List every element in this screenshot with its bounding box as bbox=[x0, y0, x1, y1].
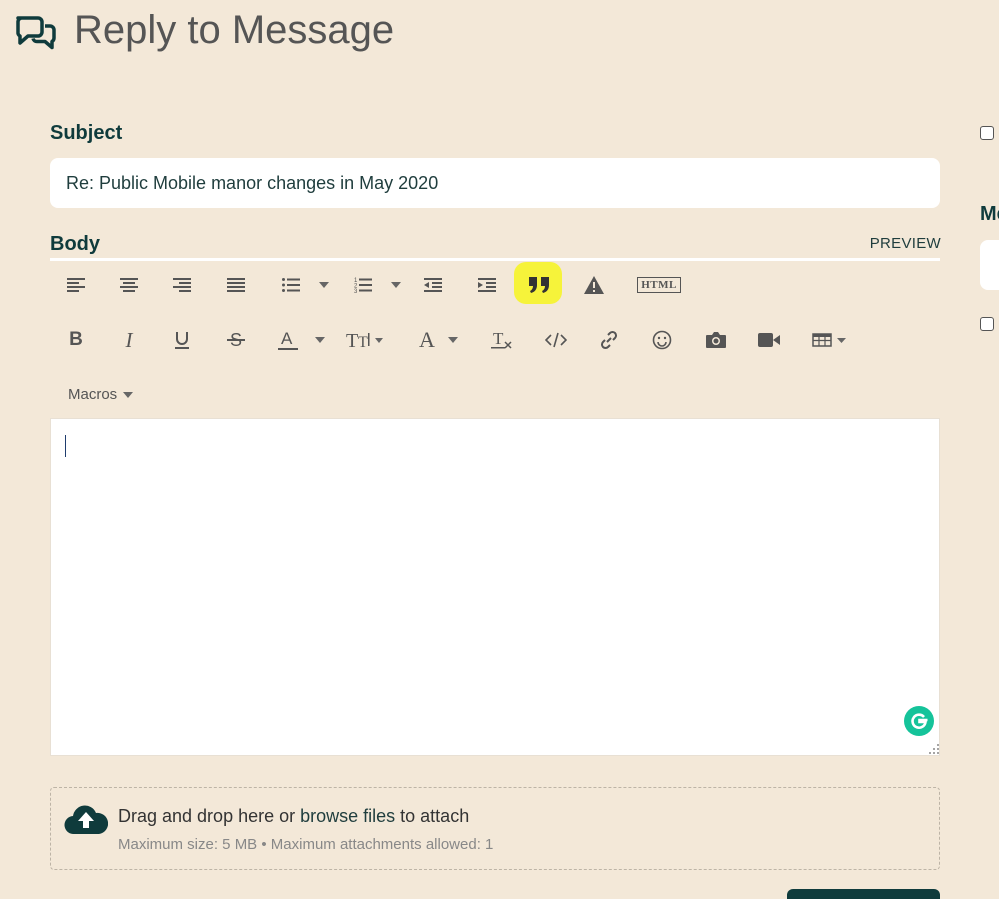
html-icon[interactable]: HTML bbox=[636, 271, 682, 299]
font-color-icon[interactable]: A bbox=[275, 326, 301, 354]
svg-text:T: T bbox=[493, 329, 504, 348]
clear-format-icon[interactable]: T bbox=[489, 326, 515, 354]
svg-text:T: T bbox=[346, 330, 358, 351]
preview-button[interactable]: PREVIEW bbox=[870, 235, 941, 252]
svg-text:T: T bbox=[358, 334, 368, 351]
html-label: HTML bbox=[637, 277, 681, 293]
align-center-icon[interactable] bbox=[117, 271, 141, 299]
font-family-dropdown-icon[interactable] bbox=[448, 337, 458, 343]
strikethrough-icon[interactable]: S bbox=[224, 326, 248, 354]
body-label: Body bbox=[50, 233, 100, 255]
attachment-suffix: to attach bbox=[395, 806, 470, 826]
attachment-instructions: Drag and drop here or browse files to at… bbox=[118, 806, 469, 827]
outdent-icon[interactable] bbox=[421, 271, 445, 299]
macros-dropdown[interactable]: Macros bbox=[68, 386, 134, 403]
numbered-list-icon[interactable]: 123 bbox=[351, 271, 375, 299]
right-checkbox-1[interactable] bbox=[980, 126, 994, 140]
numbered-list-dropdown-icon[interactable] bbox=[391, 282, 401, 288]
video-icon[interactable] bbox=[756, 326, 782, 354]
speech-bubbles-icon bbox=[14, 14, 58, 50]
text-cursor bbox=[65, 435, 66, 457]
chevron-down-icon bbox=[123, 391, 134, 398]
bold-icon[interactable]: B bbox=[64, 326, 88, 354]
font-family-icon[interactable]: A bbox=[414, 326, 440, 354]
right-checkbox-2[interactable] bbox=[980, 317, 994, 331]
emoji-icon[interactable] bbox=[649, 326, 675, 354]
attachment-prefix: Drag and drop here or bbox=[118, 806, 301, 826]
page-title: Reply to Message bbox=[74, 8, 395, 52]
italic-icon[interactable]: I bbox=[117, 326, 141, 354]
attachment-limits: Maximum size: 5 MB • Maximum attachments… bbox=[118, 836, 494, 853]
body-divider bbox=[50, 258, 940, 261]
subject-label: Subject bbox=[50, 122, 123, 144]
body-editor[interactable] bbox=[50, 418, 940, 756]
blockquote-icon[interactable] bbox=[526, 271, 552, 299]
bullet-list-icon[interactable] bbox=[279, 271, 303, 299]
svg-text:A: A bbox=[281, 329, 293, 348]
indent-icon[interactable] bbox=[475, 271, 499, 299]
bullet-list-dropdown-icon[interactable] bbox=[319, 282, 329, 288]
underline-icon[interactable] bbox=[170, 326, 194, 354]
align-left-icon[interactable] bbox=[64, 271, 88, 299]
align-justify-icon[interactable] bbox=[224, 271, 248, 299]
camera-icon[interactable] bbox=[703, 326, 729, 354]
table-icon[interactable] bbox=[812, 326, 848, 354]
grammarly-icon[interactable] bbox=[904, 706, 934, 736]
link-icon[interactable] bbox=[596, 326, 622, 354]
subject-input[interactable] bbox=[50, 158, 940, 208]
svg-text:3: 3 bbox=[354, 289, 358, 293]
attachment-dropzone[interactable] bbox=[50, 787, 940, 870]
cloud-upload-icon bbox=[64, 802, 109, 836]
align-right-icon[interactable] bbox=[170, 271, 194, 299]
right-panel-heading: Me bbox=[980, 203, 999, 225]
warning-icon[interactable] bbox=[581, 271, 607, 299]
font-size-icon[interactable]: TT bbox=[345, 326, 385, 354]
resize-handle-icon[interactable] bbox=[928, 742, 940, 754]
submit-button[interactable] bbox=[787, 889, 940, 899]
font-color-dropdown-icon[interactable] bbox=[315, 337, 325, 343]
macros-label: Macros bbox=[68, 386, 118, 403]
browse-files-link[interactable]: browse files bbox=[300, 806, 395, 826]
right-panel-input[interactable] bbox=[980, 240, 999, 290]
code-icon[interactable] bbox=[543, 326, 569, 354]
